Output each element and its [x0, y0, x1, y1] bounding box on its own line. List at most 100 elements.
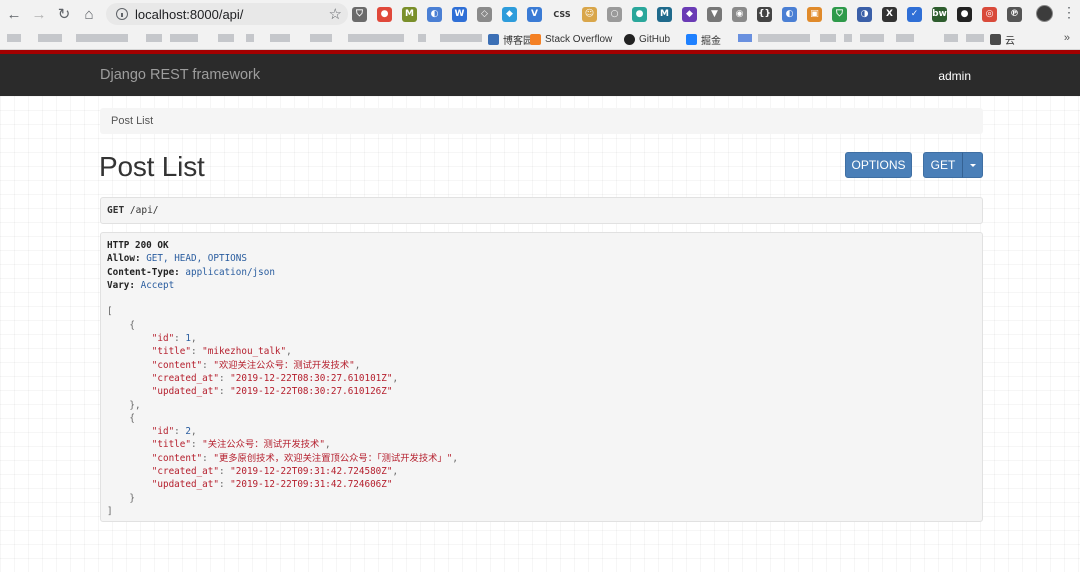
github-icon: [624, 33, 635, 45]
bookmark-cnblogs[interactable]: 博客园: [488, 31, 533, 47]
json-close-brace: }: [107, 492, 135, 504]
bookmark-blurred[interactable]: [170, 34, 198, 42]
json-open-brace: {: [107, 319, 135, 331]
bookmark-blurred[interactable]: [310, 34, 332, 42]
face-ext-icon[interactable]: ☺: [582, 6, 597, 22]
w-ext-icon[interactable]: W: [452, 6, 467, 22]
get-button[interactable]: GET: [923, 152, 963, 178]
request-info: GET /api/: [100, 197, 983, 224]
bookmark-blurred[interactable]: [820, 34, 836, 42]
home-icon[interactable]: ⌂: [78, 3, 100, 25]
cnblogs-icon: [488, 33, 499, 45]
url-text[interactable]: localhost:8000/api/: [135, 7, 329, 22]
green-shield-ext-icon[interactable]: ⛉: [832, 6, 847, 22]
bookmark-blurred[interactable]: [218, 34, 234, 42]
bookmark-github[interactable]: GitHub: [624, 31, 670, 47]
circle-ext-icon[interactable]: ○: [607, 6, 622, 22]
bookmark-blurred[interactable]: [758, 34, 810, 42]
teal-ext-icon[interactable]: ●: [632, 6, 647, 22]
site-info-icon[interactable]: [116, 8, 128, 20]
chrome-ext-icon[interactable]: ◎: [982, 6, 997, 22]
bookmark-blurred[interactable]: [844, 34, 852, 42]
forward-icon[interactable]: →: [28, 3, 50, 25]
bookmark-blurred[interactable]: [738, 34, 752, 42]
json-field: "id": 1,: [151, 333, 197, 345]
bookmark-label: GitHub: [639, 33, 671, 45]
drf-navbar: Django REST framework admin: [0, 50, 1080, 96]
header-value: GET, HEAD, OPTIONS: [146, 253, 247, 265]
bookmark-blurred[interactable]: [348, 34, 404, 42]
dark-circle-ext-icon[interactable]: ●: [957, 6, 972, 22]
sync2-ext-icon[interactable]: ◐: [782, 6, 797, 22]
address-bar[interactable]: localhost:8000/api/ ☆: [106, 3, 348, 25]
options-button[interactable]: OPTIONS: [845, 152, 912, 178]
bookmark-blurred[interactable]: [944, 34, 958, 42]
profile-avatar[interactable]: [1036, 5, 1053, 22]
bookmark-star-icon[interactable]: ☆: [329, 5, 342, 23]
moon-ext-icon[interactable]: ◑: [857, 6, 872, 22]
json-field: "updated_at": "2019-12-22T08:30:27.61012…: [151, 386, 393, 398]
header-value: Accept: [140, 279, 175, 291]
json-field: "content": "更多原创技术，欢迎关注置顶公众号：「测试开发技术」",: [151, 452, 458, 464]
json-field: "content": "欢迎关注公众号：测试开发技术",: [151, 359, 361, 371]
json-field: "id": 2,: [151, 426, 197, 438]
bookmark-cloud[interactable]: 云: [990, 31, 1015, 47]
sync-ext-icon[interactable]: ◐: [427, 6, 442, 22]
bookmark-juejin[interactable]: 掘金: [686, 31, 721, 47]
bookmark-blurred[interactable]: [860, 34, 884, 42]
m-ext-icon[interactable]: M: [402, 6, 417, 22]
browser-toolbar: ← → ↻ ⌂ localhost:8000/api/ ☆ ⛉ ● M ◐ W ◇ ◆ V CS…: [0, 0, 1080, 28]
bookmark-label: 博客园: [503, 35, 533, 47]
bookmark-blurred[interactable]: [270, 34, 290, 42]
vue-ext-icon[interactable]: V: [527, 6, 542, 22]
page-title: Post List: [99, 151, 205, 182]
bookmarks-overflow-icon[interactable]: »: [1064, 32, 1070, 44]
bw-ext-icon[interactable]: bw: [932, 6, 947, 22]
pinwheel-ext-icon[interactable]: ●: [377, 6, 392, 22]
bookmark-blurred[interactable]: [896, 34, 914, 42]
breadcrumb: Post List: [100, 108, 983, 134]
bookmark-blurred[interactable]: [76, 34, 128, 42]
extensions-bar: ⛉ ● M ◐ W ◇ ◆ V CSS ☺ ○ ● M ◆ ▼ ◉ {} ◐ ▣ ⛉ ◑ X ✓ bw ● ◎ ℗: [352, 5, 1032, 23]
css-ext-icon[interactable]: CSS: [552, 7, 572, 22]
juejin-icon: [686, 33, 697, 45]
post-content: "更多原创技术，欢迎关注置顶公众号：「测试开发技术」": [213, 452, 453, 464]
browser-menu-icon[interactable]: ⋮: [1062, 4, 1076, 21]
bookmark-blurred[interactable]: [440, 34, 482, 42]
drf-brand-link[interactable]: Django REST framework: [100, 67, 260, 83]
get-format-dropdown[interactable]: [962, 152, 983, 178]
post-created-at: "2019-12-22T09:31:42.724580Z": [230, 466, 393, 478]
m2-ext-icon[interactable]: M: [657, 6, 672, 22]
check-ext-icon[interactable]: ✓: [907, 6, 922, 22]
bookmark-stackoverflow[interactable]: Stack Overflow: [530, 31, 612, 47]
stackoverflow-icon: [530, 33, 541, 45]
json-open-brace: {: [107, 412, 135, 424]
breadcrumb-item-post-list[interactable]: Post List: [111, 115, 153, 127]
cloud-icon: [990, 33, 1001, 45]
orange-ext-icon[interactable]: ▣: [807, 6, 822, 22]
json-close-bracket: ]: [107, 505, 113, 517]
request-method: GET: [107, 205, 125, 216]
cat-ext-icon[interactable]: ◇: [477, 6, 492, 22]
shield-ext-icon[interactable]: ⛉: [352, 6, 367, 22]
cube-ext-icon[interactable]: ◆: [682, 6, 697, 22]
bookmark-blurred[interactable]: [418, 34, 426, 42]
bookmark-blurred[interactable]: [146, 34, 162, 42]
x-ext-icon[interactable]: X: [882, 6, 897, 22]
post-updated-at: "2019-12-22T08:30:27.610126Z": [230, 386, 393, 398]
reload-icon[interactable]: ↻: [53, 3, 75, 25]
bookmark-blurred[interactable]: [966, 34, 984, 42]
back-icon[interactable]: ←: [3, 3, 25, 25]
bookmark-blurred[interactable]: [246, 34, 254, 42]
bird-ext-icon[interactable]: ◆: [502, 6, 517, 22]
p-ext-icon[interactable]: ℗: [1007, 6, 1022, 22]
braces-ext-icon[interactable]: {}: [757, 6, 772, 22]
bookmark-blurred[interactable]: [7, 34, 21, 42]
header-key: Content-Type:: [107, 266, 180, 278]
bookmark-blurred[interactable]: [38, 34, 62, 42]
user-menu[interactable]: admin: [938, 69, 971, 83]
globe-ext-icon[interactable]: ◉: [732, 6, 747, 22]
json-field: "updated_at": "2019-12-22T09:31:42.72460…: [151, 479, 393, 491]
v-ext-icon[interactable]: ▼: [707, 6, 722, 22]
page-content: Post List Post List OPTIONS GET GET /api…: [0, 96, 1080, 572]
